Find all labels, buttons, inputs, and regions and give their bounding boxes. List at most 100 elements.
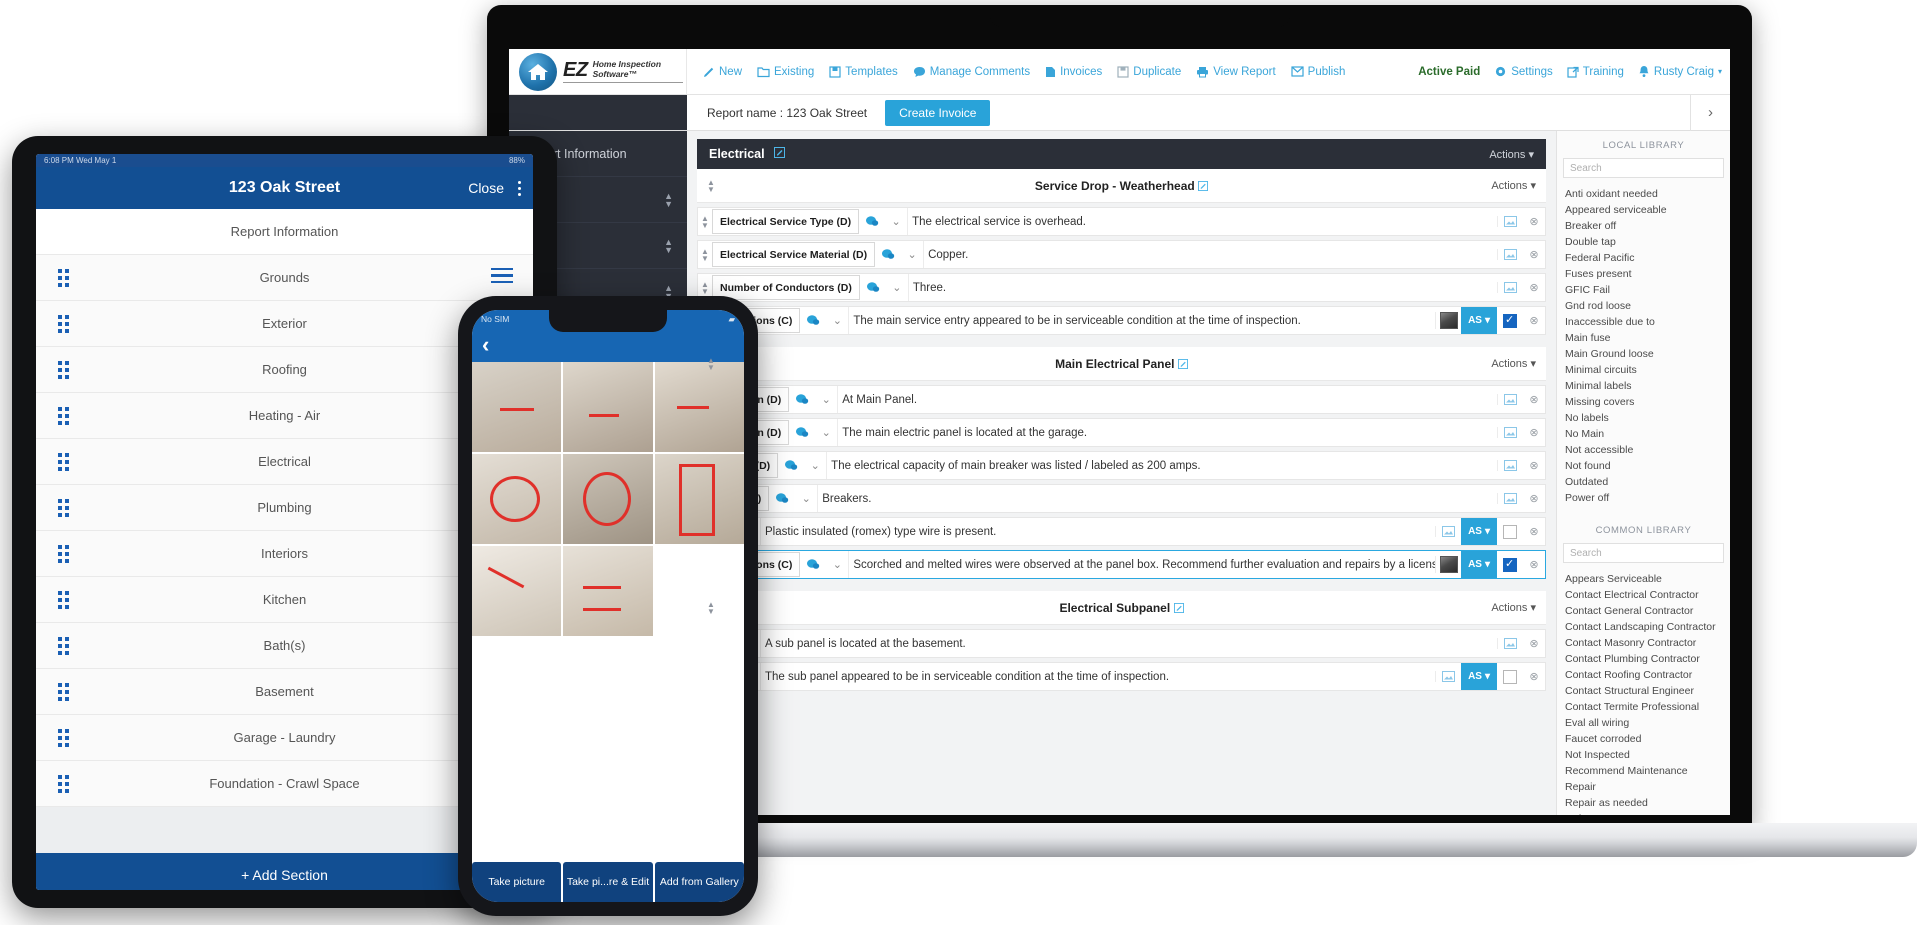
row-expand-caret-icon[interactable]: ⌄ — [886, 281, 908, 294]
row-text[interactable]: At Main Panel. — [837, 386, 1497, 413]
list-item[interactable]: Repair — [1565, 779, 1730, 795]
list-item[interactable]: Repair as needed — [1565, 795, 1730, 811]
row-text[interactable]: Scorched and melted wires were observed … — [848, 551, 1435, 578]
as-dropdown[interactable]: AS ▾ — [1461, 518, 1497, 545]
comment-bubble-icon[interactable] — [778, 459, 804, 472]
row-text[interactable]: The sub panel appeared to be in servicea… — [760, 663, 1435, 690]
delete-row-icon[interactable]: ⊗ — [1523, 314, 1545, 327]
row-photo-thumbnail[interactable] — [1435, 312, 1461, 329]
group-actions-menu[interactable]: Actions ▾ — [1491, 357, 1536, 370]
table-row[interactable]: ▲▼ Conditions (C) ⌄ Scorched and melted … — [697, 550, 1546, 579]
list-item[interactable]: Appears Serviceable — [1565, 571, 1730, 587]
table-row[interactable]: ▲▼ Location (D) ⌄ The main electric pane… — [697, 418, 1546, 447]
add-photo-icon[interactable] — [1497, 216, 1523, 227]
nav-duplicate[interactable]: Duplicate — [1117, 66, 1181, 78]
row-photo-thumbnail[interactable] — [1435, 556, 1461, 573]
table-row[interactable]: ▲▼ Conditions (C) ⌄ The sub panel appear… — [697, 662, 1546, 691]
nav-settings[interactable]: Settings — [1494, 65, 1553, 78]
row-expand-caret-icon[interactable]: ⌄ — [826, 314, 848, 327]
delete-row-icon[interactable]: ⊗ — [1523, 215, 1545, 228]
comment-bubble-icon[interactable] — [789, 393, 815, 406]
group-sort-handle-icon[interactable]: ▲ ▼ — [707, 600, 715, 615]
list-item[interactable]: Contact Electrical Contractor — [1565, 587, 1730, 603]
row-text[interactable]: The electrical service is overhead. — [907, 208, 1497, 235]
tablet-item-grounds[interactable]: Grounds — [36, 255, 533, 301]
row-sort-handle-icon[interactable]: ▲▼ — [698, 280, 712, 295]
common-library-search[interactable]: Search — [1563, 543, 1724, 563]
list-item[interactable] — [472, 546, 562, 636]
row-sort-handle-icon[interactable]: ▲▼ — [698, 247, 712, 262]
delete-row-icon[interactable]: ⊗ — [1523, 248, 1545, 261]
delete-row-icon[interactable]: ⊗ — [1523, 426, 1545, 439]
list-item[interactable]: Contact Termite Professional — [1565, 699, 1730, 715]
comment-bubble-icon[interactable] — [860, 281, 886, 294]
create-invoice-button[interactable]: Create Invoice — [885, 99, 991, 126]
delete-row-icon[interactable]: ⊗ — [1523, 637, 1545, 650]
as-dropdown[interactable]: AS ▾ — [1461, 551, 1497, 578]
comment-bubble-icon[interactable] — [859, 215, 885, 228]
delete-row-icon[interactable]: ⊗ — [1523, 459, 1545, 472]
take-picture-button[interactable]: Take picture — [472, 862, 562, 902]
list-item[interactable] — [654, 546, 744, 636]
list-item[interactable]: Federal Pacific — [1565, 250, 1730, 266]
nav-user-menu[interactable]: Rusty Craig ▾ — [1638, 65, 1722, 78]
delete-row-icon[interactable]: ⊗ — [1523, 670, 1545, 683]
row-expand-caret-icon[interactable]: ⌄ — [815, 426, 837, 439]
list-item[interactable] — [563, 546, 653, 636]
list-item[interactable]: Power off — [1565, 490, 1730, 506]
list-item[interactable]: Contact Landscaping Contractor — [1565, 619, 1730, 635]
group-actions-menu[interactable]: Actions ▾ — [1491, 179, 1536, 192]
row-text[interactable]: Plastic insulated (romex) type wire is p… — [760, 518, 1435, 545]
list-item[interactable]: Not found — [1565, 458, 1730, 474]
edit-icon[interactable] — [1198, 179, 1209, 193]
list-item[interactable]: No Main — [1565, 426, 1730, 442]
row-text[interactable]: The main service entry appeared to be in… — [848, 307, 1435, 334]
as-dropdown[interactable]: AS ▾ — [1461, 307, 1497, 334]
list-item[interactable]: Contact General Contractor — [1565, 603, 1730, 619]
list-item[interactable] — [654, 454, 744, 544]
list-item[interactable]: Eval all wiring — [1565, 715, 1730, 731]
add-photo-icon[interactable] — [1497, 638, 1523, 649]
row-expand-caret-icon[interactable]: ⌄ — [885, 215, 907, 228]
add-photo-icon[interactable] — [1497, 282, 1523, 293]
list-item[interactable] — [563, 362, 653, 452]
list-item[interactable]: Main Ground loose — [1565, 346, 1730, 362]
list-item[interactable]: Main fuse — [1565, 330, 1730, 346]
take-picture-and-edit-button[interactable]: Take pi...re & Edit — [563, 862, 653, 902]
list-item[interactable]: Minimal circuits — [1565, 362, 1730, 378]
delete-row-icon[interactable]: ⊗ — [1523, 393, 1545, 406]
comment-bubble-icon[interactable] — [789, 426, 815, 439]
nav-view-report[interactable]: View Report — [1196, 66, 1276, 78]
local-library-search[interactable]: Search — [1563, 158, 1724, 178]
table-row[interactable]: ▲ ▼ Electrical Service Material (D) ⌄ Cop… — [697, 240, 1546, 269]
list-item[interactable]: Missing covers — [1565, 394, 1730, 410]
table-row[interactable]: ▲▼ Type (D) ⌄ Breakers. ⊗ — [697, 484, 1546, 513]
nav-new[interactable]: New — [703, 66, 742, 78]
table-row[interactable]: ▲▼ Location (D) ⌄ At Main Panel. ⊗ — [697, 385, 1546, 414]
comment-bubble-icon[interactable] — [800, 558, 826, 571]
list-item[interactable]: Contact Structural Engineer — [1565, 683, 1730, 699]
edit-icon[interactable] — [1173, 601, 1184, 615]
table-row[interactable]: ▲▼ Wiring (D) ⌄ Plastic insulated (romex… — [697, 517, 1546, 546]
delete-row-icon[interactable]: ⊗ — [1523, 492, 1545, 505]
list-item[interactable] — [472, 362, 562, 452]
nav-templates[interactable]: Templates — [829, 66, 898, 78]
list-item[interactable] — [472, 454, 562, 544]
list-item[interactable]: Appeared serviceable — [1565, 202, 1730, 218]
delete-row-icon[interactable]: ⊗ — [1523, 525, 1545, 538]
group-sort-handle-icon[interactable]: ▲ ▼ — [707, 178, 715, 193]
add-photo-icon[interactable] — [1497, 460, 1523, 471]
row-expand-caret-icon[interactable]: ⌄ — [815, 393, 837, 406]
nav-manage-comments[interactable]: Manage Comments — [913, 66, 1030, 78]
delete-row-icon[interactable]: ⊗ — [1523, 558, 1545, 571]
list-item[interactable]: Safety — [1565, 811, 1730, 815]
add-photo-icon[interactable] — [1497, 249, 1523, 260]
comment-bubble-icon[interactable] — [800, 314, 826, 327]
menu-icon[interactable] — [491, 267, 513, 288]
table-row[interactable]: ▲ ▼ Electrical Service Type (D) ⌄ The ele… — [697, 207, 1546, 236]
tablet-close-button[interactable]: Close — [468, 180, 504, 196]
row-text[interactable]: The electrical capacity of main breaker … — [826, 452, 1497, 479]
table-row[interactable]: ▲ ▼ Number of Conductors (D) ⌄ Three. ⊗ — [697, 273, 1546, 302]
list-item[interactable]: Minimal labels — [1565, 378, 1730, 394]
list-item[interactable]: Contact Roofing Contractor — [1565, 667, 1730, 683]
